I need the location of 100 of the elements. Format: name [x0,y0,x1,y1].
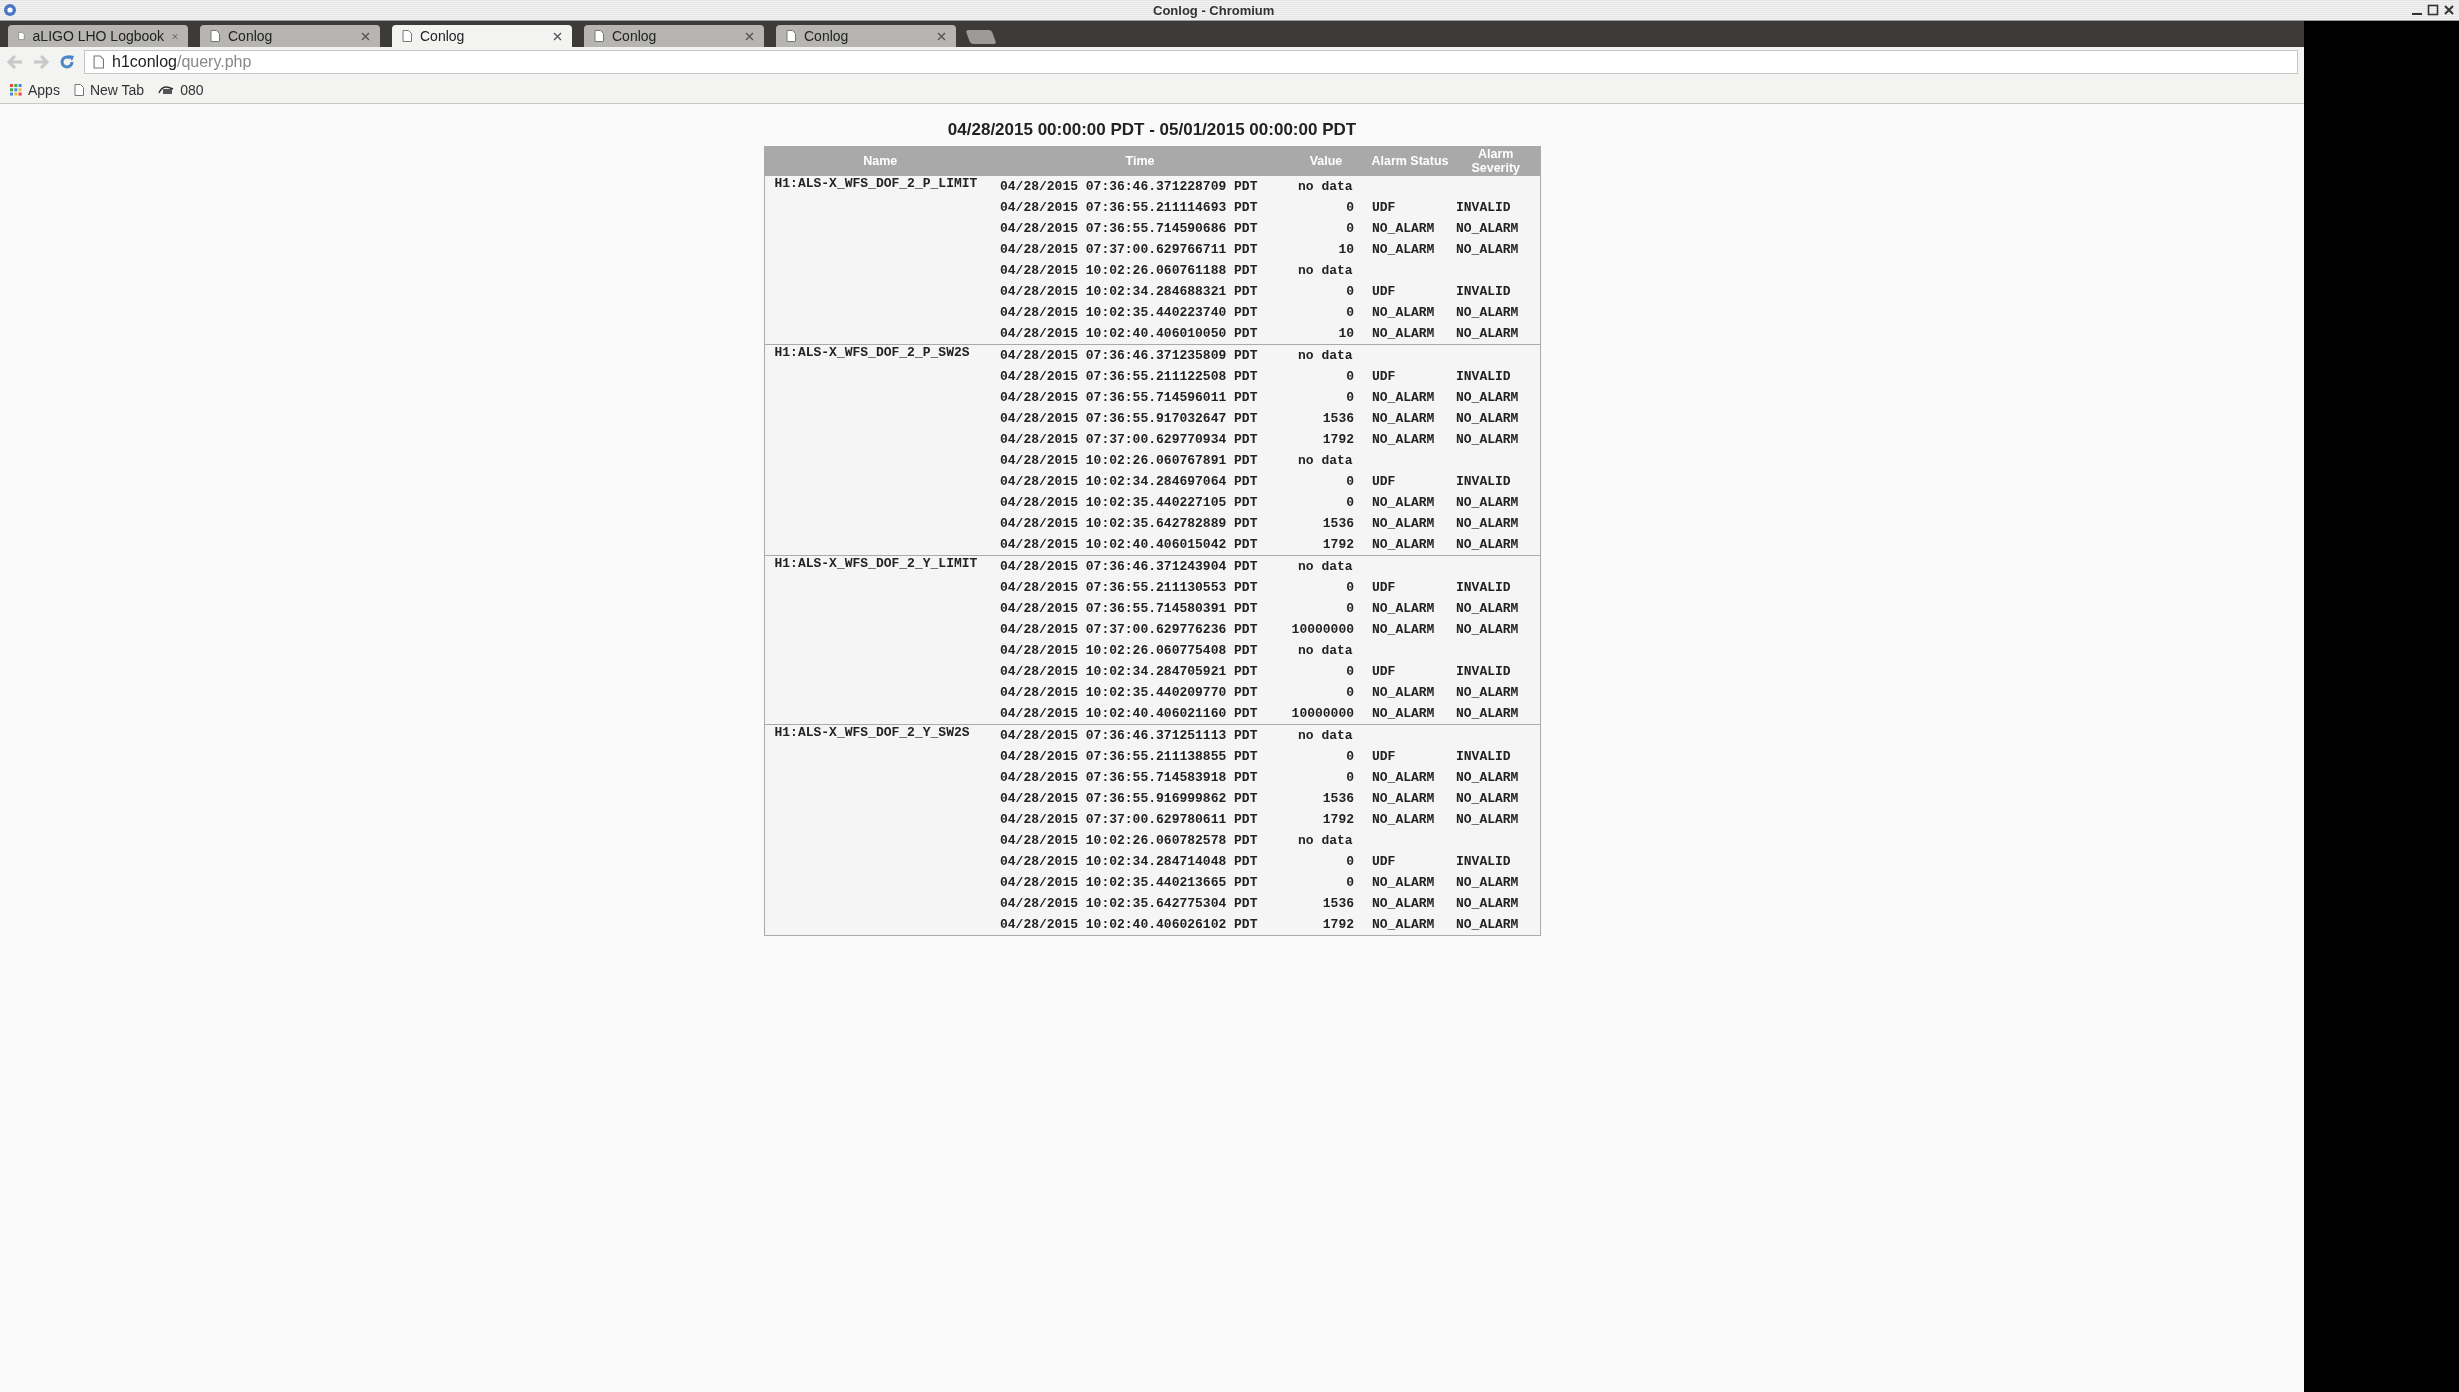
alarm-severity-cell: INVALID [1456,474,1511,489]
value-cell: 0 [1346,770,1354,785]
column-header: Alarm Status [1368,146,1452,176]
time-cell: 04/28/2015 07:36:46.371235809 PDT [1000,348,1258,363]
page-icon [786,30,796,42]
date-range-heading: 04/28/2015 00:00:00 PDT - 05/01/2015 00:00:00 PDT [947,120,1357,140]
new-tab-button[interactable] [965,30,997,44]
value-cell: 1792 [1322,917,1354,932]
time-cell: 04/28/2015 07:36:55.211130553 PDT [1000,580,1258,595]
value-cell: 0 [1346,200,1354,215]
value-cell: no data [1298,833,1353,848]
tab-label: Conlog [228,28,274,44]
alarm-status-cell: UDF [1372,474,1396,489]
bookmark[interactable]: New Tab [73,82,145,98]
bookmark[interactable]: Apps [10,82,60,98]
time-cell: 04/28/2015 10:02:34.284688321 PDT [1000,284,1258,299]
alarm-status-cell: NO_ALARM [1372,812,1435,827]
channel-name: H1:ALS-X_WFS_DOF_2_Y_LIMIT [774,556,978,571]
alarm-severity-cell: NO_ALARM [1456,791,1519,806]
value-cell: 0 [1346,495,1354,510]
browser-tab[interactable]: Conlog [392,25,572,47]
alarm-status-cell: UDF [1372,200,1396,215]
page-icon [93,55,104,69]
alarm-status-cell: NO_ALARM [1372,221,1435,236]
value-cell: 0 [1346,580,1354,595]
tab-label: Conlog [612,28,658,44]
value-cell: 0 [1346,854,1354,869]
channel-name: H1:ALS-X_WFS_DOF_2_P_SW2S [774,345,970,360]
time-cell: 04/28/2015 07:37:00.629780611 PDT [1000,812,1258,827]
close-icon[interactable] [2443,4,2455,16]
alarm-severity-cell: NO_ALARM [1456,685,1519,700]
value-cell: no data [1298,643,1353,658]
address-field[interactable]: h1conlog/query.php [84,50,2298,74]
value-cell: 1792 [1322,812,1354,827]
close-icon[interactable] [553,31,562,41]
column-header: Value [1284,146,1368,176]
alarm-status-cell: UDF [1372,854,1396,869]
column-header: Name [764,146,996,176]
value-cell: 10 [1338,242,1354,257]
time-cell: 04/28/2015 07:36:55.714590686 PDT [1000,221,1258,236]
alarm-status-cell: NO_ALARM [1372,706,1435,721]
maximize-icon[interactable] [2427,4,2439,16]
reload-icon[interactable] [58,53,76,71]
browser-tab[interactable]: Conlog [776,25,956,47]
value-cell: 0 [1346,875,1354,890]
time-cell: 04/28/2015 10:02:26.060761188 PDT [1000,263,1258,278]
time-cell: 04/28/2015 07:36:55.916999862 PDT [1000,791,1258,806]
channel-name: H1:ALS-X_WFS_DOF_2_Y_SW2S [774,725,970,740]
browser-logo-icon [3,3,17,17]
value-cell: 10000000 [1291,706,1354,721]
alarm-severity-cell: NO_ALARM [1456,537,1519,552]
value-cell: 0 [1346,749,1354,764]
page-icon [73,84,84,96]
value-cell: 1792 [1322,432,1354,447]
value-cell: 10000000 [1291,622,1354,637]
alarm-severity-cell: INVALID [1456,749,1511,764]
alarm-severity-cell: NO_ALARM [1456,516,1519,531]
alarm-severity-cell: NO_ALARM [1456,601,1519,616]
bookmark[interactable]: 080 [158,82,204,98]
time-cell: 04/28/2015 10:02:26.060775408 PDT [1000,643,1258,658]
time-cell: 04/28/2015 10:02:34.284714048 PDT [1000,854,1258,869]
alarm-severity-cell: NO_ALARM [1456,305,1519,320]
alarm-severity-cell: NO_ALARM [1456,896,1519,911]
value-cell: no data [1298,728,1353,743]
time-cell: 04/28/2015 10:02:40.406015042 PDT [1000,537,1258,552]
alarm-status-cell: NO_ALARM [1372,601,1435,616]
alarm-status-cell: UDF [1372,749,1396,764]
alarm-status-cell: NO_ALARM [1372,791,1435,806]
alarm-status-cell: NO_ALARM [1372,896,1435,911]
browser-tab[interactable]: Conlog [584,25,764,47]
alarm-status-cell: NO_ALARM [1372,390,1435,405]
alarm-severity-cell: NO_ALARM [1456,917,1519,932]
time-cell: 04/28/2015 07:36:55.211122508 PDT [1000,369,1258,384]
alarm-severity-cell: INVALID [1456,854,1511,869]
time-cell: 04/28/2015 10:02:35.440213665 PDT [1000,875,1258,890]
alarm-severity-cell: INVALID [1456,369,1511,384]
alarm-severity-cell: NO_ALARM [1456,242,1519,257]
alarm-status-cell: UDF [1372,369,1396,384]
alarm-severity-cell: NO_ALARM [1456,390,1519,405]
alarm-status-cell: NO_ALARM [1372,305,1435,320]
time-cell: 04/28/2015 10:02:35.642782889 PDT [1000,516,1258,531]
time-cell: 04/28/2015 07:37:00.629776236 PDT [1000,622,1258,637]
value-cell: 10 [1338,326,1354,341]
column-header: Alarm Severity [1452,146,1540,176]
time-cell: 04/28/2015 10:02:35.440209770 PDT [1000,685,1258,700]
column-header: Time [996,146,1284,176]
time-cell: 04/28/2015 10:02:34.284697064 PDT [1000,474,1258,489]
time-cell: 04/28/2015 10:02:35.440227105 PDT [1000,495,1258,510]
browser-tab[interactable]: Conlog [200,25,380,47]
alarm-status-cell: UDF [1372,284,1396,299]
value-cell: 1536 [1322,411,1354,426]
time-cell: 04/28/2015 10:02:35.440223740 PDT [1000,305,1258,320]
time-cell: 04/28/2015 10:02:40.406021160 PDT [1000,706,1258,721]
browser-tab[interactable]: aLIGO LHO Logbook [8,25,188,47]
value-cell: 0 [1346,685,1354,700]
time-cell: 04/28/2015 07:36:46.371251113 PDT [1000,728,1258,743]
page-icon [210,30,220,42]
value-cell: 1536 [1322,516,1354,531]
value-cell: no data [1298,263,1353,278]
value-cell: 0 [1346,474,1354,489]
